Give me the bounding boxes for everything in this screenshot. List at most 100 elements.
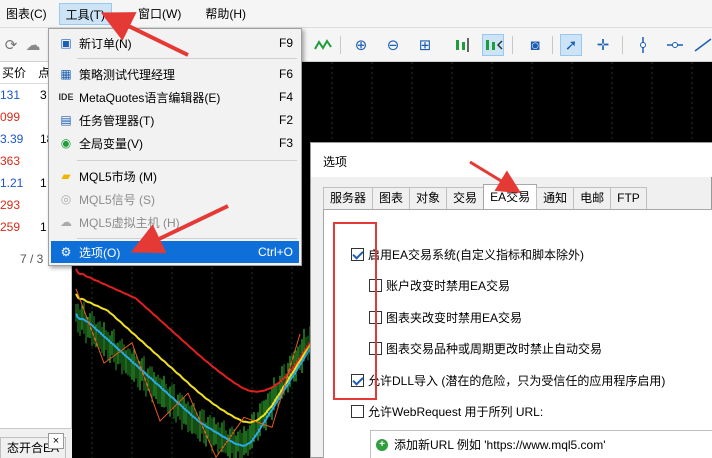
checkbox-box[interactable] [351,405,364,418]
enable-algo-trading-checkbox[interactable]: 启用EA交易系统(自定义指标和脚本除外) [351,246,584,263]
tab-charts[interactable]: 图表 [372,187,411,209]
close-icon[interactable]: × [48,433,64,449]
menu-item-mql5-signals: ◎ MQL5信号 (S) [51,188,299,210]
cloud-icon[interactable]: ☁ [22,34,44,56]
menu-item-shortcut: F2 [278,113,293,127]
page-indicator: 7 / 3 [20,252,44,266]
chip-icon: ▦ [60,67,72,81]
candlesticks [75,302,315,458]
menu-item-shortcut: F9 [278,36,293,50]
menu-item-strategy-tester-agents[interactable]: ▦ 策略测试代理经理 F6 [51,63,299,85]
bid-price: 099 [0,110,21,124]
zoom-out-icon[interactable]: ⊖ [382,34,404,56]
ide-icon: IDE [58,92,74,102]
menu-chart[interactable]: 图表(C) [0,3,53,25]
toolbar-separator [340,36,341,54]
allow-webrequest-checkbox[interactable]: 允许WebRequest 用于所列 URL: [351,403,543,420]
menu-item-label: 任务管理器(T) [79,113,155,128]
dialog-title-bar[interactable]: 选项 [311,143,712,177]
menu-item-shortcut: F3 [278,136,293,150]
tile-windows-icon[interactable]: ⊞ [414,34,436,56]
disable-on-profile-change-checkbox[interactable]: 图表夹改变时禁用EA交易 [369,309,522,326]
menu-separator [77,160,297,161]
task-manager-icon: ▤ [60,113,72,127]
bid-price: 131 [0,88,21,102]
new-order-icon: ▣ [60,36,72,50]
tab-trade[interactable]: 交易 [446,187,485,209]
menu-item-metaeditor[interactable]: IDE MetaQuotes语言编辑器(E) F4 [51,86,299,108]
menu-help[interactable]: 帮助(H) [199,3,252,25]
menu-item-label: 新订单(N) [79,36,132,51]
menu-item-label: MQL5虚拟主机 (H) [79,215,180,230]
tools-dropdown-menu: ▣ 新订单(N) F9 ▦ 策略测试代理经理 F6 IDE MetaQuotes… [48,28,302,266]
dialog-title: 选项 [323,155,348,169]
indicator-line-icon[interactable] [312,34,334,56]
signals-icon: ◎ [60,192,72,206]
screenshot-icon[interactable]: ◙ [524,34,546,56]
checkbox-label: 允许DLL导入 (潜在的危险，只为受信任的应用程序启用) [368,374,666,388]
crosshair-icon[interactable]: ✛ [592,34,614,56]
menu-separator [77,238,297,239]
menu-window[interactable]: 窗口(W) [132,3,187,25]
checkbox-label: 图表夹改变时禁用EA交易 [386,311,523,325]
tab-ftp[interactable]: FTP [610,187,647,209]
menu-item-mql5-market[interactable]: ▰ MQL5市场 (M) [51,165,299,187]
toolbar-separator [622,36,623,54]
menu-item-new-order[interactable]: ▣ 新订单(N) F9 [51,32,299,54]
menu-tools[interactable]: 工具(T) [58,2,112,25]
horizontal-line-icon[interactable] [664,34,686,56]
gear-icon: ⚙ [60,245,72,259]
menu-bar: 图表(C) 工具(T) 窗口(W) 帮助(H) [0,0,712,28]
zoom-in-icon[interactable]: ⊕ [350,34,372,56]
checkbox-label: 图表交易品种或周期更改时禁止自动交易 [386,342,603,356]
moving-average-red [75,268,315,393]
checkbox-label: 启用EA交易系统(自定义指标和脚本除外) [368,248,585,262]
menu-item-task-manager[interactable]: ▤ 任务管理器(T) F2 [51,109,299,131]
cloud-icon: ☁ [60,215,72,229]
refresh-icon[interactable]: ⟳ [0,34,22,56]
bid-price: 363 [0,154,21,168]
panel-tab-bar: 态开合EA × [0,428,72,458]
column-bid[interactable]: 买价 [0,64,32,81]
disable-on-symbol-change-checkbox[interactable]: 图表交易品种或周期更改时禁止自动交易 [369,340,602,357]
disable-on-account-change-checkbox[interactable]: 账户改变时禁用EA交易 [369,277,510,294]
checkbox-label: 账户改变时禁用EA交易 [386,279,511,293]
menu-item-shortcut: Ctrl+O [257,245,293,259]
bid-price: 259 [0,220,21,234]
menu-item-options[interactable]: ⚙ 选项(O) Ctrl+O [51,241,299,263]
add-icon: + [376,438,388,451]
cursor-icon[interactable]: ➚ [560,34,582,56]
market-bag-icon: ▰ [61,169,71,183]
bid-price: 293 [0,198,21,212]
tab-server[interactable]: 服务器 [323,187,374,209]
allow-dll-import-checkbox[interactable]: 允许DLL导入 (潜在的危险，只为受信任的应用程序启用) [351,372,665,389]
toolbar-separator [552,36,553,54]
options-tabs: 服务器 图表 对象 交易 EA交易 通知 电邮 FTP [323,184,647,209]
global-variables-icon: ◉ [60,136,72,150]
tab-objects[interactable]: 对象 [409,187,448,209]
menu-item-label: MQL5市场 (M) [79,169,158,184]
menu-item-mql5-vps: ☁ MQL5虚拟主机 (H) [51,211,299,233]
vertical-line-icon[interactable] [632,34,654,56]
checkbox-label: 允许WebRequest 用于所列 URL: [368,405,544,419]
chart-shift-icon[interactable] [452,34,474,56]
tab-notifications[interactable]: 通知 [536,187,575,209]
menu-item-label: 策略测试代理经理 [79,67,176,82]
menu-item-shortcut: F4 [278,90,293,104]
add-url-row[interactable]: + 添加新URL 例如 'https://www.mql5.com' [376,436,606,453]
bid-price: 3.39 [0,132,24,146]
bid-price: 1.21 [0,176,24,190]
menu-item-label: MQL5信号 (S) [79,192,156,207]
menu-item-shortcut: F6 [278,67,293,81]
tab-email[interactable]: 电邮 [573,187,612,209]
add-url-label: 添加新URL 例如 'https://www.mql5.com' [394,438,606,452]
menu-item-label: 全局变量(V) [79,136,143,151]
menu-item-label: MetaQuotes语言编辑器(E) [79,90,221,105]
menu-item-global-variables[interactable]: ◉ 全局变量(V) F3 [51,132,299,154]
menu-separator [77,58,297,59]
auto-scroll-icon[interactable] [482,34,504,56]
tab-expert-advisors[interactable]: EA交易 [483,184,538,209]
trendline-icon[interactable] [692,34,712,56]
menu-item-label: 选项(O) [79,245,121,260]
annotation-highlight-box [333,222,377,400]
